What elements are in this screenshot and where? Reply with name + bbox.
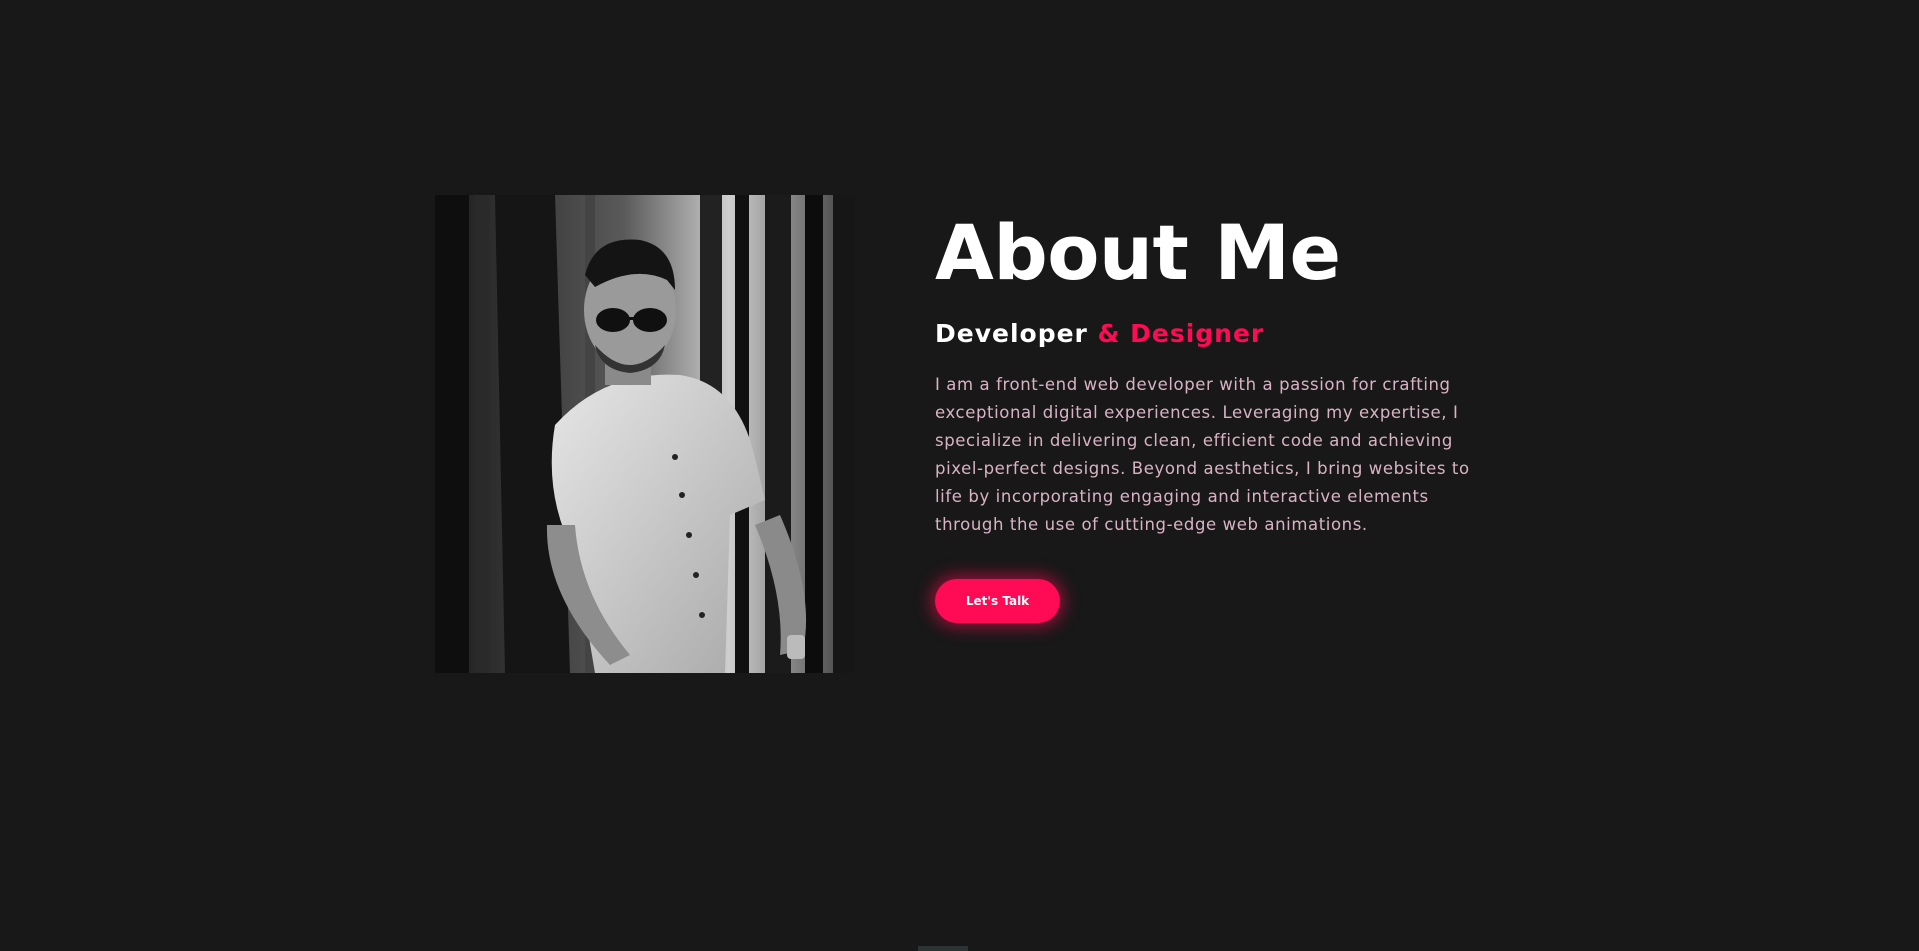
bottom-scroll-indicator: [918, 946, 968, 951]
about-content: About Me Developer & Designer I am a fro…: [935, 215, 1495, 623]
profile-photo: [435, 195, 855, 673]
bio-text: I am a front-end web developer with a pa…: [935, 375, 1470, 534]
role-subtitle: Developer & Designer: [935, 319, 1495, 349]
page-title: About Me: [935, 208, 1341, 297]
role-accent: & Designer: [1097, 319, 1265, 348]
role-primary: Developer: [935, 319, 1088, 348]
about-section: About Me Developer & Designer I am a fro…: [0, 0, 1919, 951]
lets-talk-button[interactable]: Let's Talk: [935, 579, 1060, 623]
